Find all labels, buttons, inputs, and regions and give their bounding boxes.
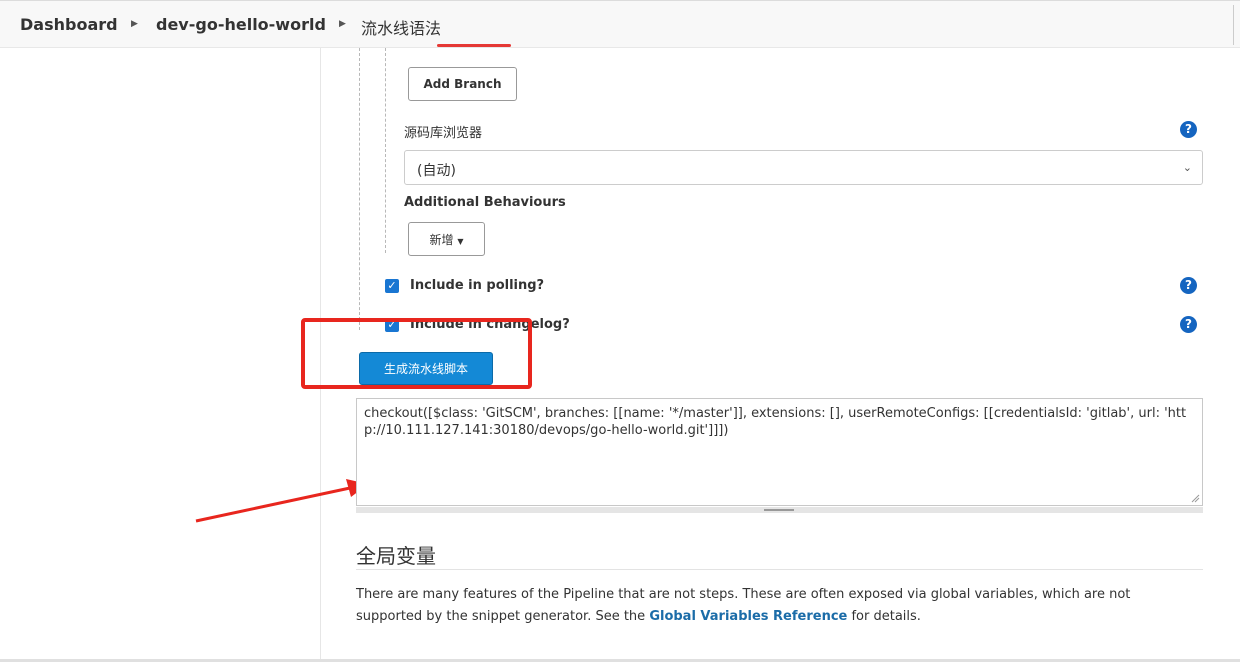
topbar-divider xyxy=(1233,5,1234,45)
description-suffix: for details. xyxy=(847,609,921,624)
generated-script-code: checkout([$class: 'GitSCM', branches: [[… xyxy=(364,406,1187,438)
breadcrumb: Dashboard ▶ dev-go-hello-world ▶ 流水线语法 xyxy=(0,0,1240,48)
help-icon[interactable]: ? xyxy=(1180,121,1197,138)
repo-browser-select[interactable]: (自动) ⌄ xyxy=(404,150,1203,185)
include-polling-label: Include in polling? xyxy=(410,278,545,293)
help-icon[interactable]: ? xyxy=(1180,277,1197,294)
annotation-highlight-box xyxy=(301,318,532,389)
annotation-arrow-icon xyxy=(195,479,368,523)
add-dropdown-label: 新增 xyxy=(429,232,454,247)
add-branch-button[interactable]: Add Branch xyxy=(408,67,517,101)
chevron-down-icon: ⌄ xyxy=(1182,161,1192,174)
caret-down-icon: ▼ xyxy=(457,236,464,246)
global-variables-title: 全局变量 xyxy=(356,544,436,568)
tree-line-outer xyxy=(359,48,360,330)
include-polling-checkbox[interactable]: ✓ xyxy=(385,279,399,293)
tree-line-inner xyxy=(385,48,386,253)
help-icon[interactable]: ? xyxy=(1180,316,1197,333)
textarea-resize-handle[interactable] xyxy=(356,507,1203,513)
resize-grip-icon[interactable] xyxy=(1190,493,1200,503)
repo-browser-label: 源码库浏览器 xyxy=(404,126,483,141)
breadcrumb-job[interactable]: dev-go-hello-world xyxy=(156,15,326,34)
breadcrumb-dashboard[interactable]: Dashboard xyxy=(20,15,118,34)
additional-behaviours-label: Additional Behaviours xyxy=(404,195,566,210)
section-divider xyxy=(356,569,1203,570)
repo-browser-value: (自动) xyxy=(417,163,456,179)
caret-right-icon: ▶ xyxy=(339,19,346,29)
partial-delete-button[interactable] xyxy=(437,44,511,47)
global-variables-description: There are many features of the Pipeline … xyxy=(356,584,1176,628)
caret-right-icon: ▶ xyxy=(131,19,138,29)
resize-handle-grip xyxy=(764,509,794,511)
global-variables-reference-link[interactable]: Global Variables Reference xyxy=(649,609,847,624)
add-behaviour-dropdown[interactable]: 新增 ▼ xyxy=(408,222,485,256)
generated-script-textarea[interactable]: checkout([$class: 'GitSCM', branches: [[… xyxy=(356,398,1203,506)
breadcrumb-pipeline-syntax[interactable]: 流水线语法 xyxy=(361,15,441,39)
